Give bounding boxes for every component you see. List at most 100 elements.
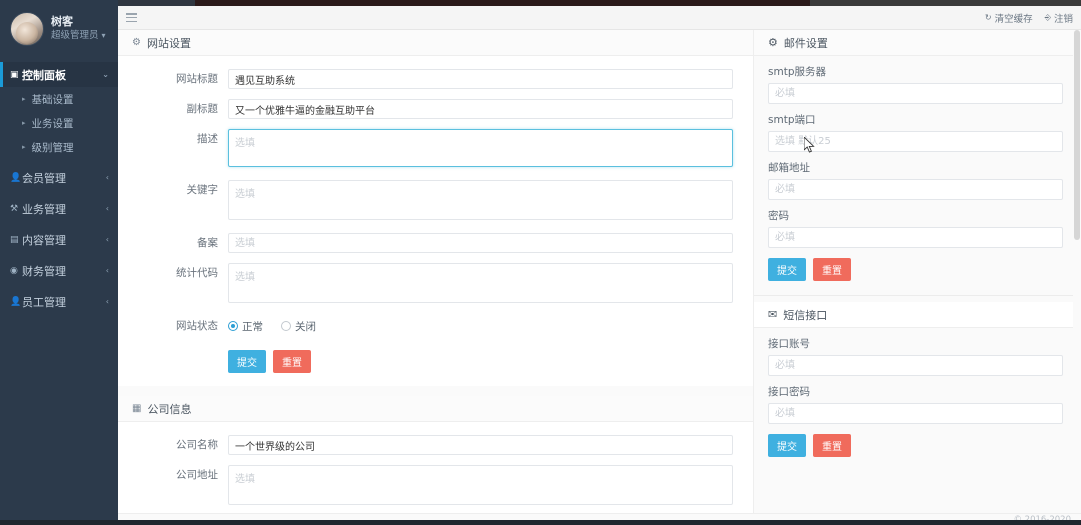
- stat-code-textarea[interactable]: [228, 263, 733, 303]
- field-mail-password: 密码: [768, 200, 1063, 248]
- site-reset-button[interactable]: 重置: [273, 350, 311, 373]
- section-divider: [754, 295, 1081, 296]
- sidebar-item-level-management[interactable]: 级别管理: [0, 135, 118, 159]
- company-info-panel: ▦ 公司信息 公司名称 公司地址: [118, 396, 753, 513]
- scrollbar-track[interactable]: [1073, 30, 1081, 513]
- smtp-port-input[interactable]: [768, 131, 1063, 152]
- sms-settings-actions: 提交 重置: [768, 424, 1063, 457]
- sidebar-item-staff-management[interactable]: 👤 员工管理 ‹: [0, 289, 118, 314]
- site-settings-header: ⚙ 网站设置: [118, 30, 753, 56]
- content-area: ⚙ 网站设置 网站标题 副标题: [118, 30, 1081, 513]
- gear-icon: ⚙: [132, 37, 141, 48]
- user-profile[interactable]: 树客 超级管理员 ▾: [0, 0, 118, 60]
- field-site-title: 网站标题: [118, 64, 753, 94]
- sidebar-item-basic-settings[interactable]: 基础设置: [0, 87, 118, 111]
- hamburger-icon[interactable]: [126, 13, 137, 22]
- smtp-server-input[interactable]: [768, 83, 1063, 104]
- gear-icon: ⚙: [768, 36, 778, 49]
- site-title-input[interactable]: [228, 69, 733, 89]
- user-icon: 👤: [10, 172, 22, 183]
- mail-settings-actions: 提交 重置: [768, 248, 1063, 281]
- radio-label: 关闭: [295, 320, 316, 333]
- beian-input[interactable]: [228, 233, 733, 253]
- site-settings-actions: 提交 重置: [118, 341, 753, 380]
- sidebar-item-business-management[interactable]: ⚒ 业务管理 ‹: [0, 196, 118, 221]
- field-label: 描述: [197, 133, 218, 145]
- field-label: 统计代码: [176, 267, 218, 279]
- sidebar-item-label: 会员管理: [22, 171, 66, 185]
- mail-settings-panel: ⚙ 邮件设置 smtp服务器 smtp端口 邮箱地址: [754, 30, 1081, 457]
- chevron-left-icon: ‹: [105, 266, 109, 275]
- field-subtitle: 副标题: [118, 94, 753, 124]
- sidebar-item-member-management[interactable]: 👤 会员管理 ‹: [0, 165, 118, 190]
- sidebar-item-business-settings[interactable]: 业务设置: [0, 111, 118, 135]
- sidebar-item-label: 业务管理: [22, 202, 66, 216]
- sms-password-input[interactable]: [768, 403, 1063, 424]
- field-label: 公司地址: [176, 469, 218, 481]
- site-submit-button[interactable]: 提交: [228, 350, 266, 373]
- field-mail-address: 邮箱地址: [768, 152, 1063, 200]
- field-description: 描述: [118, 124, 753, 175]
- sidebar-nav: ▣ 控制面板 ⌄ 基础设置 业务设置 级别管理 👤 会员管理 ‹: [0, 62, 118, 314]
- mail-address-input[interactable]: [768, 179, 1063, 200]
- mail-submit-button[interactable]: 提交: [768, 258, 806, 281]
- message-icon: ✉: [768, 308, 778, 321]
- sms-reset-button[interactable]: 重置: [813, 434, 851, 457]
- building-icon: ▦: [132, 403, 142, 414]
- admin-dashboard: 树客 超级管理员 ▾ ▣ 控制面板 ⌄ 基础设置 业务设置: [0, 0, 1081, 525]
- mail-settings-header: ⚙ 邮件设置: [754, 30, 1081, 56]
- radio-dot-icon: [281, 321, 291, 331]
- sidebar-item-finance-management[interactable]: ◉ 财务管理 ‹: [0, 258, 118, 283]
- field-company-address: 公司地址: [118, 460, 753, 513]
- sidebar-item-label: 财务管理: [22, 264, 66, 278]
- sidebar-item-label: 员工管理: [22, 295, 66, 309]
- sidebar-item-content-management[interactable]: ▤ 内容管理 ‹: [0, 227, 118, 252]
- clear-cache-button[interactable]: ↻ 清空缓存: [985, 11, 1033, 25]
- content-icon: ▤: [10, 234, 19, 245]
- field-label: 邮箱地址: [768, 162, 810, 174]
- sms-account-input[interactable]: [768, 355, 1063, 376]
- company-address-textarea[interactable]: [228, 465, 733, 505]
- sidebar-item-dashboard[interactable]: ▣ 控制面板 ⌄: [0, 62, 118, 87]
- sidebar-subitem-label: 基础设置: [31, 93, 74, 106]
- chevron-down-icon: ⌄: [102, 70, 109, 79]
- panel-title: 公司信息: [147, 402, 192, 416]
- radio-status-normal[interactable]: 正常: [228, 319, 263, 334]
- field-keywords: 关键字: [118, 175, 753, 228]
- field-company-name: 公司名称: [118, 430, 753, 460]
- subtitle-input[interactable]: [228, 99, 733, 119]
- field-label: smtp服务器: [768, 66, 826, 78]
- description-textarea[interactable]: [228, 129, 733, 167]
- refresh-icon: ↻: [984, 13, 992, 22]
- field-label: 接口密码: [768, 386, 810, 398]
- mail-password-input[interactable]: [768, 227, 1063, 248]
- sms-submit-button[interactable]: 提交: [768, 434, 806, 457]
- logout-button[interactable]: ⎆ 注销: [1045, 11, 1073, 25]
- field-sms-account: 接口账号: [768, 328, 1063, 376]
- scrollbar-thumb[interactable]: [1074, 30, 1080, 240]
- field-beian: 备案: [118, 228, 753, 258]
- user-role: 超级管理员: [51, 30, 99, 42]
- chevron-left-icon: ‹: [105, 173, 109, 182]
- company-name-input[interactable]: [228, 435, 733, 455]
- field-stat-code: 统计代码: [118, 258, 753, 311]
- mail-reset-button[interactable]: 重置: [813, 258, 851, 281]
- sidebar-subitem-label: 级别管理: [31, 141, 74, 154]
- panel-divider: [118, 386, 753, 396]
- sidebar-subitem-label: 业务设置: [31, 117, 74, 130]
- keywords-textarea[interactable]: [228, 180, 733, 220]
- chevron-down-icon[interactable]: ▾: [102, 31, 106, 40]
- sms-settings-header: ✉ 短信接口: [754, 302, 1081, 328]
- top-header: ↻ 清空缓存 ⎆ 注销: [118, 6, 1081, 30]
- site-settings-panel: ⚙ 网站设置 网站标题 副标题: [118, 30, 753, 386]
- field-site-status: 网站状态 正常 关闭: [118, 311, 753, 341]
- sidebar: 树客 超级管理员 ▾ ▣ 控制面板 ⌄ 基础设置 业务设置: [0, 0, 118, 525]
- sidebar-item-label: 内容管理: [22, 233, 66, 247]
- dashboard-icon: ▣: [10, 69, 19, 80]
- radio-status-closed[interactable]: 关闭: [281, 319, 316, 334]
- company-info-header: ▦ 公司信息: [118, 396, 753, 422]
- panel-title: 邮件设置: [783, 36, 828, 50]
- right-column: ⚙ 邮件设置 smtp服务器 smtp端口 邮箱地址: [753, 30, 1081, 513]
- logout-label: 注销: [1053, 13, 1073, 25]
- field-label: 关键字: [186, 184, 219, 196]
